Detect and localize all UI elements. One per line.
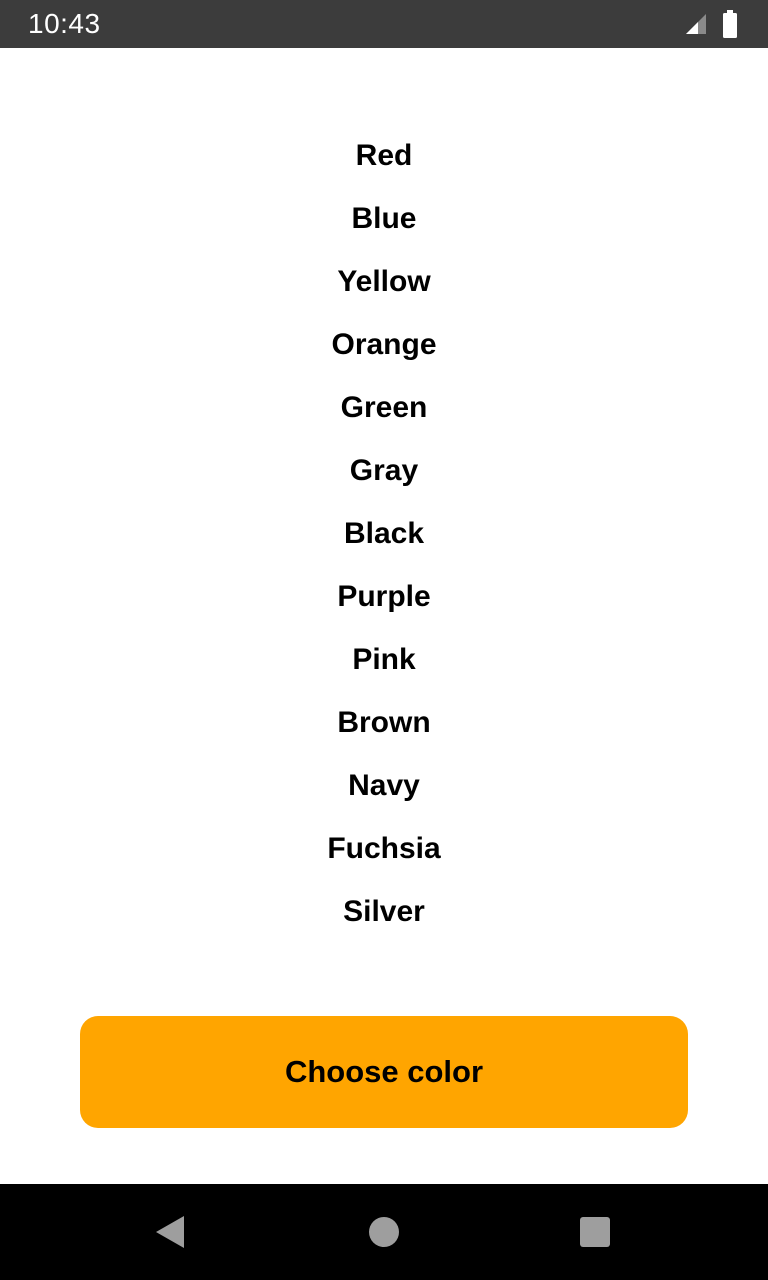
color-item-orange[interactable]: Orange: [0, 313, 768, 376]
color-item-silver[interactable]: Silver: [0, 880, 768, 943]
color-item-yellow[interactable]: Yellow: [0, 250, 768, 313]
status-time: 10:43: [28, 8, 101, 39]
status-bar: 10:43: [0, 0, 768, 48]
color-item-black[interactable]: Black: [0, 502, 768, 565]
color-item-red[interactable]: Red: [0, 124, 768, 187]
signal-icon: [686, 14, 706, 34]
battery-icon: [723, 10, 737, 38]
color-item-green[interactable]: Green: [0, 376, 768, 439]
back-icon[interactable]: [154, 1214, 186, 1250]
main-content: Red Blue Yellow Orange Green Gray Black …: [0, 48, 768, 1184]
color-item-fuchsia[interactable]: Fuchsia: [0, 817, 768, 880]
color-list: Red Blue Yellow Orange Green Gray Black …: [0, 124, 768, 943]
navigation-bar: [0, 1184, 768, 1280]
choose-color-button[interactable]: Choose color: [80, 1016, 688, 1128]
color-item-blue[interactable]: Blue: [0, 187, 768, 250]
color-item-pink[interactable]: Pink: [0, 628, 768, 691]
color-item-navy[interactable]: Navy: [0, 754, 768, 817]
color-item-brown[interactable]: Brown: [0, 691, 768, 754]
color-item-gray[interactable]: Gray: [0, 439, 768, 502]
recents-icon[interactable]: [580, 1217, 610, 1247]
home-icon[interactable]: [369, 1217, 399, 1247]
color-item-purple[interactable]: Purple: [0, 565, 768, 628]
